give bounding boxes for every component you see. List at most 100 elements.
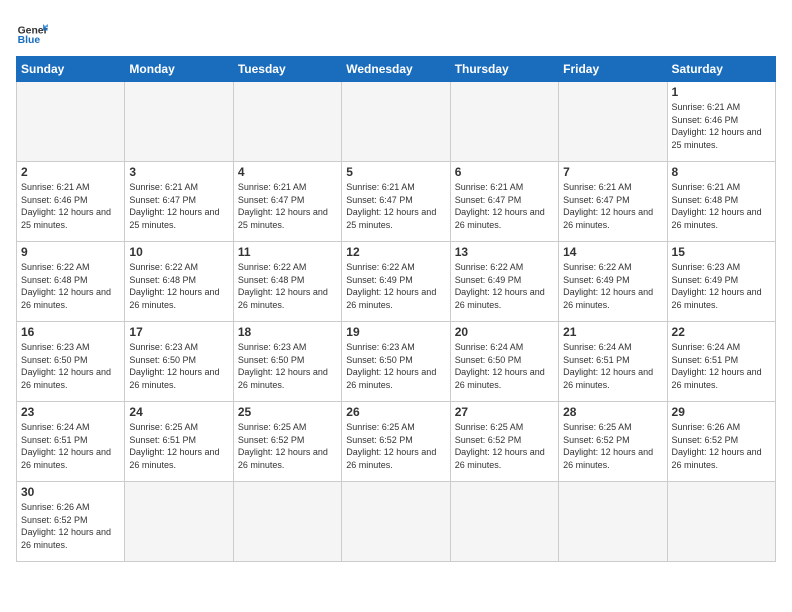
day-info: Sunrise: 6:22 AMSunset: 6:49 PMDaylight:… [563,261,662,311]
day-cell: 4 Sunrise: 6:21 AMSunset: 6:47 PMDaylight… [233,162,341,242]
day-info: Sunrise: 6:25 AMSunset: 6:51 PMDaylight:… [129,421,228,471]
day-info: Sunrise: 6:22 AMSunset: 6:48 PMDaylight:… [21,261,120,311]
day-number: 28 [563,405,662,419]
day-cell [342,82,450,162]
day-cell: 5Sunrise: 6:21 AMSunset: 6:47 PMDaylight… [342,162,450,242]
day-cell: 19Sunrise: 6:23 AMSunset: 6:50 PMDayligh… [342,322,450,402]
day-cell: 20 Sunrise: 6:24 AMSunset: 6:50 PMDayligh… [450,322,558,402]
day-cell [450,82,558,162]
day-cell: 24 Sunrise: 6:25 AMSunset: 6:51 PMDayligh… [125,402,233,482]
day-number: 4 [238,165,337,179]
day-number: 6 [455,165,554,179]
day-cell: 12Sunrise: 6:22 AMSunset: 6:49 PMDayligh… [342,242,450,322]
day-cell: 17 Sunrise: 6:23 AMSunset: 6:50 PMDayligh… [125,322,233,402]
day-info: Sunrise: 6:21 AMSunset: 6:47 PMDaylight:… [238,181,337,231]
day-number: 9 [21,245,120,259]
day-info: Sunrise: 6:23 AMSunset: 6:50 PMDaylight:… [129,341,228,391]
week-row-2: 2 Sunrise: 6:21 AMSunset: 6:46 PMDaylight… [17,162,776,242]
day-cell: 9 Sunrise: 6:22 AMSunset: 6:48 PMDaylight… [17,242,125,322]
week-row-4: 16Sunrise: 6:23 AMSunset: 6:50 PMDayligh… [17,322,776,402]
day-number: 30 [21,485,120,499]
day-cell: 29Sunrise: 6:26 AMSunset: 6:52 PMDayligh… [667,402,775,482]
day-cell: 15 Sunrise: 6:23 AMSunset: 6:49 PMDayligh… [667,242,775,322]
day-cell [450,482,558,562]
day-cell [342,482,450,562]
day-cell: 25Sunrise: 6:25 AMSunset: 6:52 PMDayligh… [233,402,341,482]
day-info: Sunrise: 6:25 AMSunset: 6:52 PMDaylight:… [563,421,662,471]
day-info: Sunrise: 6:21 AMSunset: 6:47 PMDaylight:… [563,181,662,231]
day-number: 22 [672,325,771,339]
day-cell [667,482,775,562]
day-info: Sunrise: 6:23 AMSunset: 6:50 PMDaylight:… [238,341,337,391]
logo: General Blue [16,16,48,48]
day-cell: 6 Sunrise: 6:21 AMSunset: 6:47 PMDaylight… [450,162,558,242]
day-cell [559,82,667,162]
day-info: Sunrise: 6:22 AMSunset: 6:49 PMDaylight:… [455,261,554,311]
day-cell: 13 Sunrise: 6:22 AMSunset: 6:49 PMDayligh… [450,242,558,322]
day-cell [233,82,341,162]
svg-text:Blue: Blue [18,35,41,46]
day-number: 27 [455,405,554,419]
day-number: 13 [455,245,554,259]
day-cell: 10 Sunrise: 6:22 AMSunset: 6:48 PMDayligh… [125,242,233,322]
day-number: 25 [238,405,337,419]
day-info: Sunrise: 6:25 AMSunset: 6:52 PMDaylight:… [455,421,554,471]
day-info: Sunrise: 6:22 AMSunset: 6:48 PMDaylight:… [129,261,228,311]
day-info: Sunrise: 6:21 AMSunset: 6:47 PMDaylight:… [129,181,228,231]
day-cell [559,482,667,562]
week-row-6: 30 Sunrise: 6:26 AMSunset: 6:52 PMDayligh… [17,482,776,562]
day-info: Sunrise: 6:23 AMSunset: 6:49 PMDaylight:… [672,261,771,311]
day-header-thursday: Thursday [450,57,558,82]
day-cell [233,482,341,562]
day-header-wednesday: Wednesday [342,57,450,82]
day-info: Sunrise: 6:23 AMSunset: 6:50 PMDaylight:… [346,341,445,391]
day-number: 18 [238,325,337,339]
day-cell [17,82,125,162]
day-number: 14 [563,245,662,259]
week-row-5: 23Sunrise: 6:24 AMSunset: 6:51 PMDayligh… [17,402,776,482]
day-cell: 21Sunrise: 6:24 AMSunset: 6:51 PMDayligh… [559,322,667,402]
day-cell: 26Sunrise: 6:25 AMSunset: 6:52 PMDayligh… [342,402,450,482]
day-number: 29 [672,405,771,419]
day-number: 7 [563,165,662,179]
day-header-friday: Friday [559,57,667,82]
day-header-tuesday: Tuesday [233,57,341,82]
day-header-monday: Monday [125,57,233,82]
day-cell: 3 Sunrise: 6:21 AMSunset: 6:47 PMDaylight… [125,162,233,242]
day-header-sunday: Sunday [17,57,125,82]
day-cell: 2 Sunrise: 6:21 AMSunset: 6:46 PMDaylight… [17,162,125,242]
day-number: 2 [21,165,120,179]
day-number: 5 [346,165,445,179]
day-info: Sunrise: 6:24 AMSunset: 6:51 PMDaylight:… [672,341,771,391]
day-info: Sunrise: 6:21 AMSunset: 6:47 PMDaylight:… [455,181,554,231]
day-number: 24 [129,405,228,419]
day-cell [125,482,233,562]
day-number: 3 [129,165,228,179]
day-number: 8 [672,165,771,179]
calendar-header-row: SundayMondayTuesdayWednesdayThursdayFrid… [17,57,776,82]
day-cell: 28 Sunrise: 6:25 AMSunset: 6:52 PMDayligh… [559,402,667,482]
page-header: General Blue [16,16,776,48]
day-cell: 23Sunrise: 6:24 AMSunset: 6:51 PMDayligh… [17,402,125,482]
day-header-saturday: Saturday [667,57,775,82]
day-number: 20 [455,325,554,339]
day-cell: 7 Sunrise: 6:21 AMSunset: 6:47 PMDaylight… [559,162,667,242]
day-info: Sunrise: 6:26 AMSunset: 6:52 PMDaylight:… [21,501,120,551]
day-cell: 27 Sunrise: 6:25 AMSunset: 6:52 PMDayligh… [450,402,558,482]
day-info: Sunrise: 6:22 AMSunset: 6:48 PMDaylight:… [238,261,337,311]
day-number: 17 [129,325,228,339]
day-info: Sunrise: 6:24 AMSunset: 6:50 PMDaylight:… [455,341,554,391]
day-cell: 16Sunrise: 6:23 AMSunset: 6:50 PMDayligh… [17,322,125,402]
day-cell: 1Sunrise: 6:21 AMSunset: 6:46 PMDaylight… [667,82,775,162]
day-info: Sunrise: 6:21 AMSunset: 6:48 PMDaylight:… [672,181,771,231]
day-info: Sunrise: 6:21 AMSunset: 6:46 PMDaylight:… [21,181,120,231]
day-cell: 30 Sunrise: 6:26 AMSunset: 6:52 PMDayligh… [17,482,125,562]
day-number: 1 [672,85,771,99]
day-cell: 11 Sunrise: 6:22 AMSunset: 6:48 PMDayligh… [233,242,341,322]
day-number: 10 [129,245,228,259]
day-number: 21 [563,325,662,339]
day-number: 15 [672,245,771,259]
day-info: Sunrise: 6:25 AMSunset: 6:52 PMDaylight:… [346,421,445,471]
day-cell [125,82,233,162]
day-number: 11 [238,245,337,259]
